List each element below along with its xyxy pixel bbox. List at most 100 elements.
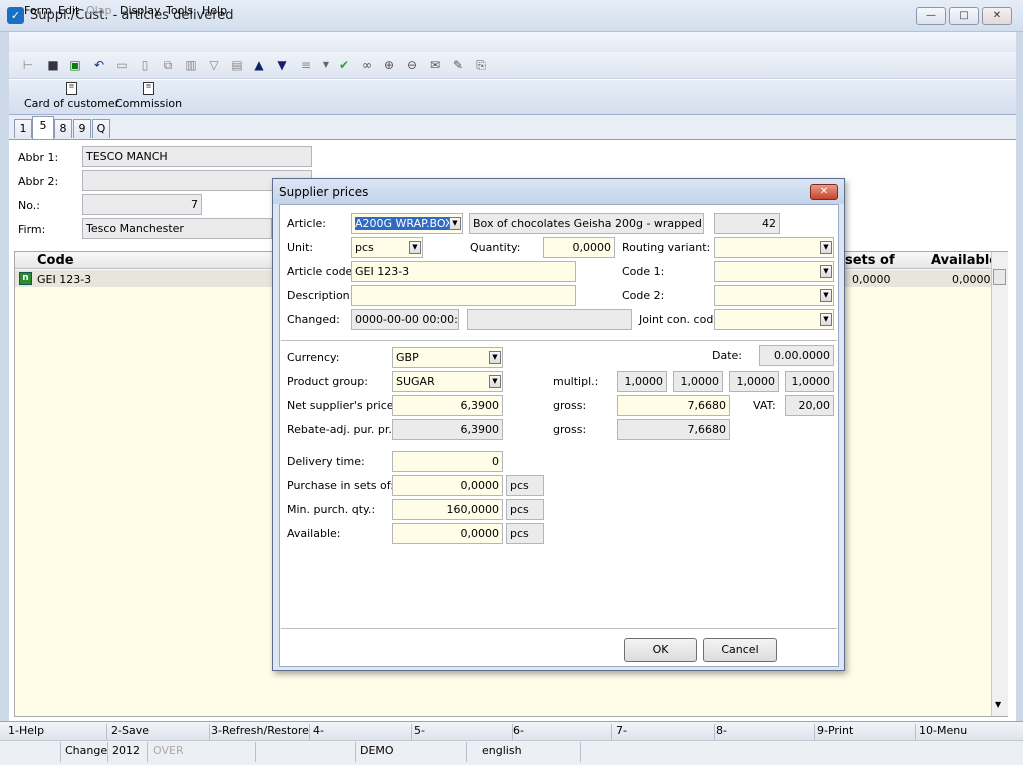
unit-select[interactable]: pcs ▼ [351, 237, 423, 258]
status-mode: Change [65, 744, 108, 757]
delivery-time-field[interactable]: 0 [392, 451, 503, 472]
routing-variant-select[interactable]: ▼ [714, 237, 834, 258]
dialog-title: Supplier prices [279, 185, 369, 199]
undo-icon[interactable]: ↶ [91, 57, 107, 73]
tab-1[interactable]: 1 [14, 119, 32, 138]
scrollbar-thumb[interactable] [993, 269, 1006, 285]
copy-icon[interactable]: ⧉ [160, 57, 176, 73]
fkey-2[interactable]: 2-Save [107, 724, 210, 740]
save-icon[interactable]: ■ [45, 57, 61, 73]
filter-icon[interactable]: ▽ [206, 57, 222, 73]
arrow-down-icon[interactable]: ▼ [274, 57, 290, 73]
scroll-down-icon[interactable]: ▼ [995, 700, 1001, 709]
chevron-down-icon[interactable]: ▼ [489, 351, 501, 364]
fkey-7[interactable]: 7- [612, 724, 715, 740]
card-of-customer-button[interactable]: ≡ Card of customer [24, 82, 119, 110]
check-filter-icon[interactable]: ✔ [336, 57, 352, 73]
min-purch-qty-field[interactable]: 160,0000 [392, 499, 503, 520]
gross2-label: gross: [553, 423, 587, 436]
tree-icon[interactable]: ⊢ [20, 57, 36, 73]
quantity-label: Quantity: [470, 241, 521, 254]
unit-value: pcs [355, 241, 374, 254]
routing-variant-label: Routing variant: [622, 241, 711, 254]
fkey-4[interactable]: 4- [309, 724, 412, 740]
dialog-close-button[interactable]: ✕ [810, 184, 838, 200]
fkey-6[interactable]: 6- [509, 724, 612, 740]
edit-icon[interactable]: ✎ [450, 57, 466, 73]
fkey-8[interactable]: 8- [712, 724, 815, 740]
arrow-up-icon[interactable]: ▲ [251, 57, 267, 73]
chevron-down-icon[interactable]: ▼ [820, 265, 832, 278]
column-header-sets[interactable]: sets of [845, 253, 895, 268]
document-icon: ≡ [66, 82, 78, 95]
joint-con-code-label: Joint con. code: [639, 313, 724, 326]
min-purch-qty-label: Min. purch. qty.: [287, 503, 376, 516]
maximize-button[interactable]: □ [949, 7, 979, 25]
no-field[interactable]: 7 [82, 194, 202, 215]
chevron-down-icon[interactable]: ▼ [318, 57, 334, 73]
close-window-button[interactable]: ✕ [982, 7, 1012, 25]
fkey-5[interactable]: 5- [410, 724, 513, 740]
chevron-down-icon[interactable]: ▼ [409, 241, 421, 254]
fkey-1[interactable]: 1-Help [4, 724, 107, 740]
find-next-icon[interactable]: ⊕ [381, 57, 397, 73]
sort-icon[interactable]: ≡ [298, 57, 314, 73]
tab-9[interactable]: 9 [73, 119, 91, 138]
article-code-field[interactable]: GEI 123-3 [351, 261, 576, 282]
status-separator [355, 742, 356, 762]
code1-select[interactable]: ▼ [714, 261, 834, 282]
attachment-icon[interactable]: ⎘ [473, 57, 489, 73]
purchase-sets-field[interactable]: 0,0000 [392, 475, 503, 496]
currency-select[interactable]: GBP ▼ [392, 347, 503, 368]
menu-display[interactable]: Display [120, 4, 161, 17]
minimize-button[interactable]: — [916, 7, 946, 25]
open-folder-icon[interactable]: ▭ [114, 57, 130, 73]
chevron-down-icon[interactable]: ▼ [820, 289, 832, 302]
available-field[interactable]: 0,0000 [392, 523, 503, 544]
tab-q[interactable]: Q [92, 119, 110, 138]
quantity-field[interactable]: 0,0000 [543, 237, 615, 258]
cancel-button[interactable]: Cancel [703, 638, 777, 662]
tab-5[interactable]: 5 [32, 116, 54, 139]
available-unit: pcs [506, 523, 544, 544]
net-price-field[interactable]: 6,3900 [392, 395, 503, 416]
chevron-down-icon[interactable]: ▼ [489, 375, 501, 388]
abbr1-field[interactable]: TESCO MANCH [82, 146, 312, 167]
menu-tools[interactable]: Tools [166, 4, 193, 17]
status-separator [147, 742, 148, 762]
new-document-icon[interactable]: ▯ [137, 57, 153, 73]
tab-8[interactable]: 8 [54, 119, 72, 138]
fkey-3[interactable]: 3-Refresh/Restore [207, 724, 310, 740]
fkey-9[interactable]: 9-Print [813, 724, 916, 740]
menu-form[interactable]: Form [24, 4, 52, 17]
save-close-icon[interactable]: ▣ [67, 57, 83, 73]
code2-select[interactable]: ▼ [714, 285, 834, 306]
gross-field[interactable]: 7,6680 [617, 395, 730, 416]
fkey-10[interactable]: 10-Menu [915, 724, 1015, 740]
menu-help[interactable]: Help [202, 4, 227, 17]
ok-button[interactable]: OK [624, 638, 697, 662]
product-group-select[interactable]: SUGAR ▼ [392, 371, 503, 392]
chevron-down-icon[interactable]: ▼ [449, 217, 461, 230]
grid-scrollbar[interactable] [991, 252, 1008, 716]
find-prev-icon[interactable]: ⊖ [404, 57, 420, 73]
filter-list-icon[interactable]: ▤ [229, 57, 245, 73]
column-header-code[interactable]: Code [37, 253, 74, 268]
description-field[interactable] [351, 285, 576, 306]
multipl-field-2: 1,0000 [673, 371, 723, 392]
menu-edit[interactable]: Edit [58, 4, 79, 17]
firm-field[interactable]: Tesco Manchester [82, 218, 272, 239]
gross2-field: 7,6680 [617, 419, 730, 440]
chevron-down-icon[interactable]: ▼ [820, 313, 832, 326]
chevron-down-icon[interactable]: ▼ [820, 241, 832, 254]
book-icon[interactable]: ▥ [183, 57, 199, 73]
rebate-field: 6,3900 [392, 419, 503, 440]
binoculars-icon[interactable]: ∞ [359, 57, 375, 73]
joint-con-code-select[interactable]: ▼ [714, 309, 834, 330]
commission-button[interactable]: ≡ Commission [115, 82, 182, 110]
currency-label: Currency: [287, 351, 340, 364]
article-select[interactable]: A200G WRAP.BOX ▼ [351, 213, 463, 234]
column-header-available[interactable]: Available [931, 253, 998, 268]
multipl-label: multipl.: [553, 375, 599, 388]
mail-icon[interactable]: ✉ [427, 57, 443, 73]
